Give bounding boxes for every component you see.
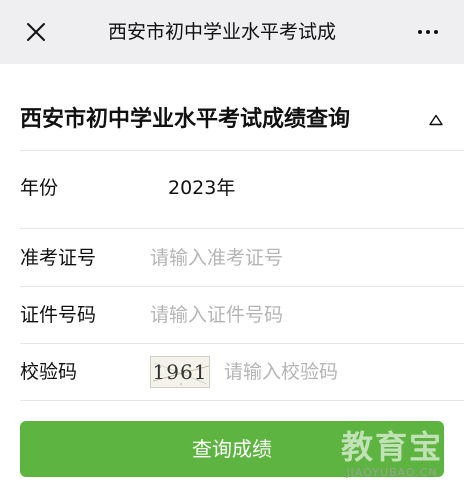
year-row: 年份 2023年 <box>0 160 464 216</box>
id-number-label: 证件号码 <box>20 304 97 326</box>
captcha-image[interactable]: 1961 <box>150 356 210 388</box>
year-label: 年份 <box>20 177 59 199</box>
divider <box>20 400 464 401</box>
captcha-text: 1961 <box>152 360 208 384</box>
id-number-input[interactable] <box>150 297 440 333</box>
year-value: 2023年 <box>168 177 236 199</box>
captcha-row: 校验码 1961 <box>0 344 464 400</box>
more-horizontal-icon <box>416 30 440 34</box>
close-button[interactable] <box>22 18 50 46</box>
more-button[interactable] <box>410 18 446 46</box>
close-icon <box>27 23 45 41</box>
exam-number-label: 准考证号 <box>20 247 97 269</box>
captcha-label: 校验码 <box>20 361 78 383</box>
divider <box>20 228 464 229</box>
card-header: 西安市初中学业水平考试成绩查询 <box>0 92 464 148</box>
divider <box>20 150 464 151</box>
id-number-row: 证件号码 <box>0 287 464 343</box>
topbar-title: 西安市初中学业水平考试成 <box>108 21 337 43</box>
query-score-button[interactable]: 查询成绩 <box>20 421 444 477</box>
triangle-up-icon <box>429 114 443 126</box>
collapse-button[interactable] <box>424 108 448 132</box>
captcha-input[interactable] <box>224 354 444 390</box>
card-title: 西安市初中学业水平考试成绩查询 <box>20 107 351 132</box>
top-bar: 西安市初中学业水平考试成 <box>0 0 464 64</box>
exam-number-input[interactable] <box>150 240 440 276</box>
exam-number-row: 准考证号 <box>0 230 464 286</box>
